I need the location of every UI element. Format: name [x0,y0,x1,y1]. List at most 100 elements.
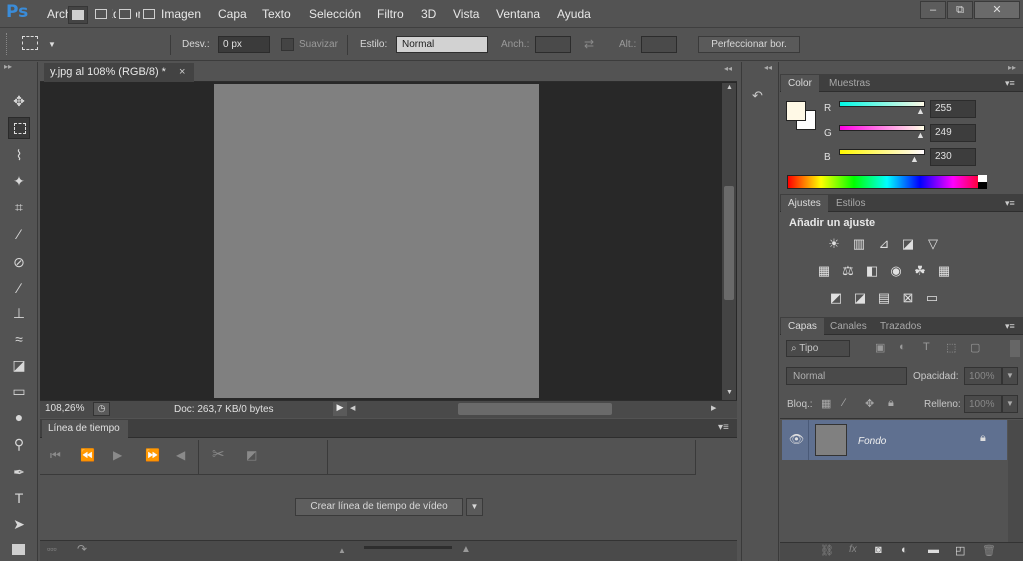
chevron-down-icon[interactable]: ▼ [466,498,483,516]
crop-tool-icon[interactable]: ⌗ [8,196,30,218]
canvas[interactable] [214,84,539,398]
layer-filter-select[interactable]: ⌕ Tipo [786,340,850,357]
add-selection-button[interactable] [92,6,112,24]
menu-filtro[interactable]: Filtro [377,7,404,21]
audio-icon[interactable]: ◀ [176,448,185,462]
path-selection-tool-icon[interactable]: ➤ [8,513,30,535]
style-select[interactable]: Normal [396,36,488,53]
foreground-color-swatch[interactable] [786,101,806,121]
red-value-input[interactable]: 255 [930,100,976,118]
play-icon[interactable]: ▶ [113,448,122,462]
zoom-level[interactable]: 108,26% [45,403,84,414]
mask-icon[interactable]: ◙ [875,544,882,556]
selective-color-icon[interactable]: ⊠ [900,291,916,305]
close-button[interactable]: ✕ [974,1,1020,19]
clock-icon[interactable]: ◷ [93,402,110,416]
restore-button[interactable]: ⧉ [947,1,973,19]
menu-3d[interactable]: 3D [421,7,436,21]
blue-value-input[interactable]: 230 [930,148,976,166]
scissors-icon[interactable]: ✂ [212,445,225,463]
transition-icon[interactable]: ◩ [246,448,257,462]
scroll-right-icon[interactable]: ▶ [711,404,716,412]
chevron-down-icon[interactable]: ▼ [48,40,56,49]
magic-wand-tool-icon[interactable]: ✦ [8,170,30,192]
slider-handle-icon[interactable]: ▲ [916,106,925,116]
history-brush-tool-icon[interactable]: ≈ [8,328,30,350]
scroll-left-icon[interactable]: ◀ [350,404,355,412]
blur-tool-icon[interactable]: ● [8,406,30,428]
tab-styles[interactable]: Estilos [829,195,872,212]
smart-object-filter-icon[interactable]: ▢ [970,341,980,354]
black-white-ramp[interactable] [978,175,987,189]
intersect-selection-button[interactable] [140,6,160,24]
pixel-filter-icon[interactable]: ▣ [875,341,885,354]
panel-menu-icon[interactable]: ▾≡ [718,422,729,433]
type-filter-icon[interactable]: T [923,341,930,353]
vibrance-icon[interactable]: ▽ [925,237,941,251]
photo-filter-icon[interactable]: ◉ [888,264,904,278]
red-slider[interactable] [839,101,925,107]
scroll-up-icon[interactable]: ▲ [726,84,733,91]
tab-adjustments[interactable]: Ajustes [781,195,828,212]
new-layer-icon[interactable]: ◰ [955,544,965,557]
gradient-tool-icon[interactable]: ▭ [8,380,30,402]
panel-menu-icon[interactable]: ▾≡ [1005,198,1015,209]
vertical-scroll-thumb[interactable] [724,186,734,300]
create-video-timeline-button[interactable]: Crear línea de tiempo de vídeo [295,498,463,516]
gradient-map-icon[interactable]: ▭ [924,291,940,305]
menu-ventana[interactable]: Ventana [496,7,540,21]
tab-channels[interactable]: Canales [823,318,874,335]
menu-ayuda[interactable]: Ayuda [557,7,591,21]
expand-icon[interactable]: ◂◂ [764,63,772,72]
curves-icon[interactable]: ⊿ [876,237,892,251]
height-input[interactable] [641,36,677,53]
filter-toggle[interactable] [1010,340,1020,357]
tab-timeline[interactable]: Línea de tiempo [42,420,128,438]
lock-all-icon[interactable]: 🔒︎ [888,397,894,410]
link-icon[interactable]: ⛓︎ [820,544,834,557]
brightness-icon[interactable]: ☀ [826,237,842,251]
adjustment-filter-icon[interactable]: ◐ [899,341,906,353]
menu-imagen[interactable]: Imagen [161,7,201,21]
convert-icon[interactable]: ↷ [77,542,87,556]
tab-layers[interactable]: Capas [781,318,824,335]
black-white-icon[interactable]: ◧ [864,264,880,278]
frames-icon[interactable]: ▫▫▫ [47,544,57,554]
tab-paths[interactable]: Trazados [873,318,928,335]
folder-icon[interactable]: ▬ [928,544,939,556]
eyedropper-tool-icon[interactable]: ⁄ [8,223,30,245]
panel-menu-icon[interactable]: ▾≡ [1005,78,1015,89]
zoom-in-icon[interactable]: ▲ [461,544,471,555]
fill-input[interactable]: 100% [964,395,1002,413]
slider-handle-icon[interactable]: ▲ [910,154,919,164]
refine-edge-button[interactable]: Perfeccionar bor. [698,36,800,53]
lock-transparency-icon[interactable]: ▦ [821,397,831,410]
move-tool-icon[interactable]: ✥ [8,90,30,112]
exposure-icon[interactable]: ◪ [900,237,916,251]
width-input[interactable] [535,36,571,53]
antialias-checkbox[interactable] [281,38,294,51]
layer-thumbnail[interactable] [815,424,847,456]
marquee-tool-icon[interactable] [22,36,38,50]
swap-icon[interactable]: ⇄ [584,37,594,51]
color-ramp[interactable] [787,175,987,189]
menu-seleccion[interactable]: Selección [309,7,361,21]
green-slider[interactable] [839,125,925,131]
zoom-out-icon[interactable]: ▲ [338,546,346,555]
brush-tool-icon[interactable]: ∕ [8,277,30,299]
type-tool-icon[interactable]: T [8,487,30,509]
subtract-selection-button[interactable] [116,6,136,24]
prev-frame-icon[interactable]: ⏪ [80,448,95,462]
marquee-tool-icon[interactable] [8,117,30,139]
menu-texto[interactable]: Texto [262,7,291,21]
blend-mode-select[interactable]: Normal [786,367,907,385]
clone-stamp-tool-icon[interactable]: ⊥ [8,302,30,324]
slider-handle-icon[interactable]: ▲ [916,130,925,140]
posterize-icon[interactable]: ◪ [852,291,868,305]
fx-icon[interactable]: fx [849,544,857,555]
play-arrow-icon[interactable]: ▶ [333,402,347,416]
opacity-input[interactable]: 100% [964,367,1002,385]
eraser-tool-icon[interactable]: ◪ [8,354,30,376]
chevron-down-icon[interactable]: ▼ [1002,367,1018,385]
healing-brush-tool-icon[interactable]: ⊘ [8,251,30,273]
